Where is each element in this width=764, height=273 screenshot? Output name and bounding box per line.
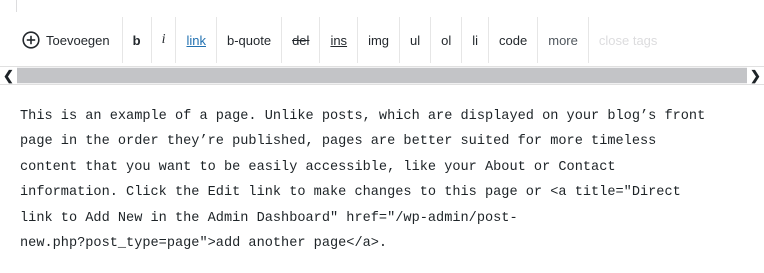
ordered-list-button[interactable]: ol [431, 17, 463, 63]
code-button[interactable]: code [489, 17, 539, 63]
image-button[interactable]: img [358, 17, 401, 63]
editor-top-edge [16, 0, 764, 12]
scrollbar-thumb[interactable] [17, 68, 747, 83]
close-tags-button[interactable]: close tags [589, 17, 668, 63]
add-media-label: Toevoegen [46, 32, 110, 48]
quicktags-toolbar: Toevoegen b i link b-quote del ins img u… [16, 17, 756, 63]
content-line: This is an example of a page. Unlike pos… [20, 109, 706, 124]
content-line: content that you want to be easily acces… [20, 159, 616, 175]
scroll-left-arrow-icon[interactable]: ❮ [0, 67, 17, 84]
scroll-right-arrow-icon[interactable]: ❯ [747, 67, 764, 84]
content-line: page in the order they’re published, pag… [20, 134, 657, 150]
editor-top-border [0, 0, 764, 12]
add-media-button[interactable]: Toevoegen [16, 17, 123, 63]
more-button[interactable]: more [538, 17, 589, 63]
delete-button[interactable]: del [282, 17, 321, 63]
insert-button[interactable]: ins [320, 17, 359, 63]
link-button[interactable]: link [176, 17, 217, 63]
content-line: new.php?post_type=page">add another page… [20, 236, 388, 252]
bold-button[interactable]: b [123, 17, 152, 63]
blockquote-button[interactable]: b-quote [217, 17, 283, 63]
italic-button[interactable]: i [152, 17, 177, 63]
add-circle-icon [22, 31, 40, 49]
list-item-button[interactable]: li [462, 17, 490, 63]
text-editor-area[interactable]: This is an example of a page. Unlike pos… [20, 104, 756, 256]
content-line: information. Click the Edit link to make… [20, 185, 681, 201]
unordered-list-button[interactable]: ul [400, 17, 432, 63]
content-line: link to Add New in the Admin Dashboard" … [20, 210, 518, 226]
horizontal-scrollbar[interactable]: ❮ ❯ [0, 66, 764, 85]
